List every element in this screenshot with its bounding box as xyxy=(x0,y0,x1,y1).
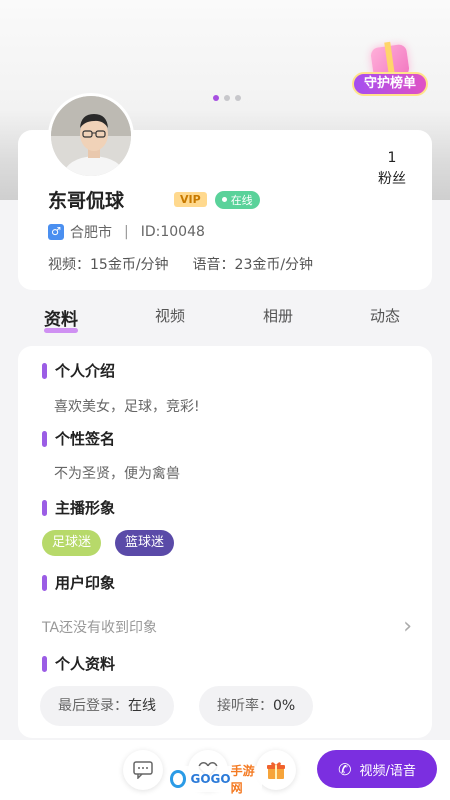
personal-info-title: 个人资料 xyxy=(42,653,115,674)
tag-basketball-fan: 篮球迷 xyxy=(115,530,175,556)
guard-ranking-label: 守护榜单 xyxy=(352,72,428,96)
signature-title: 个性签名 xyxy=(42,428,115,449)
intro-title: 个人介绍 xyxy=(42,360,115,381)
fans-counter[interactable]: 1 粉丝 xyxy=(372,150,412,188)
impression-row[interactable]: TA还没有收到印象 › xyxy=(42,614,412,639)
divider: | xyxy=(124,224,129,240)
signature-text: 不为圣贤，便为禽兽 xyxy=(54,466,180,482)
carousel-dot-2[interactable] xyxy=(224,95,230,101)
chat-icon xyxy=(133,761,153,780)
fans-label: 粉丝 xyxy=(378,171,406,187)
user-city: 合肥市 xyxy=(70,225,112,241)
section-marker xyxy=(42,574,47,591)
video-price: 视频：15金币/分钟 xyxy=(48,257,169,273)
intro-title-text: 个人介绍 xyxy=(55,362,116,380)
chevron-right-icon: › xyxy=(403,614,412,639)
carousel-dot-1[interactable] xyxy=(213,95,219,101)
section-marker xyxy=(42,430,47,447)
tag-football-fan: 足球迷 xyxy=(42,530,102,556)
tab-profile-info[interactable]: 资料 xyxy=(44,305,78,333)
watermark-logo: GO GO 手游网 xyxy=(170,764,262,795)
section-marker xyxy=(42,499,47,516)
intro-text: 喜欢美女，足球，竞彩! xyxy=(54,399,200,415)
answer-rate-key: 接听率： xyxy=(217,698,273,714)
carousel-dot-3[interactable] xyxy=(235,95,241,101)
gift-icon xyxy=(267,762,285,779)
phone-icon: ✆ xyxy=(338,759,352,779)
last-login-key: 最后登录： xyxy=(58,698,128,714)
tab-videos[interactable]: 视频 xyxy=(155,305,185,326)
male-icon: ♂ xyxy=(48,224,64,240)
voice-price: 语音：23金币/分钟 xyxy=(192,257,314,273)
tab-album[interactable]: 相册 xyxy=(263,305,293,326)
answer-rate-pill: 接听率：0% xyxy=(199,686,314,726)
video-voice-call-button[interactable]: ✆ 视频/语音 xyxy=(317,750,437,788)
profile-tabs: 资料 视频 相册 动态 xyxy=(0,300,450,336)
carousel-indicator xyxy=(213,95,241,101)
watermark-text-b: GO xyxy=(210,772,231,786)
image-title: 主播形象 xyxy=(42,497,115,518)
watermark-text-a: GO xyxy=(190,772,211,786)
signature-title-text: 个性签名 xyxy=(55,430,116,448)
message-button[interactable] xyxy=(123,750,163,790)
impression-title-text: 用户印象 xyxy=(55,574,116,592)
vip-badge: VIP xyxy=(174,192,207,207)
online-status-badge: 在线 xyxy=(214,190,260,209)
fans-count: 1 xyxy=(387,150,397,166)
avatar[interactable] xyxy=(48,93,134,179)
user-id: ID:10048 xyxy=(140,224,205,240)
last-login-pill: 最后登录：在线 xyxy=(40,686,174,726)
online-status-label: 在线 xyxy=(230,193,253,207)
watermark-text-c: 手游网 xyxy=(230,764,255,795)
image-title-text: 主播形象 xyxy=(55,499,116,517)
last-login-value: 在线 xyxy=(128,698,156,714)
guard-ranking-button[interactable]: 守护榜单 xyxy=(352,43,428,102)
section-marker xyxy=(42,362,47,379)
tab-moments[interactable]: 动态 xyxy=(370,305,400,326)
profile-details-card: 个人介绍 喜欢美女，足球，竞彩! 个性签名 不为圣贤，便为禽兽 主播形象 足球迷… xyxy=(18,346,432,738)
gift-button[interactable] xyxy=(256,750,296,790)
impression-title: 用户印象 xyxy=(42,572,115,593)
online-dot-icon xyxy=(221,197,227,202)
personal-info-title-text: 个人资料 xyxy=(55,655,116,673)
user-name: 东哥侃球 xyxy=(48,190,125,212)
call-button-label: 视频/语音 xyxy=(359,763,416,779)
impression-text: TA还没有收到印象 xyxy=(42,619,158,636)
section-marker xyxy=(42,655,47,672)
answer-rate-value: 0% xyxy=(273,698,296,714)
watermark-circle-icon xyxy=(170,770,187,788)
